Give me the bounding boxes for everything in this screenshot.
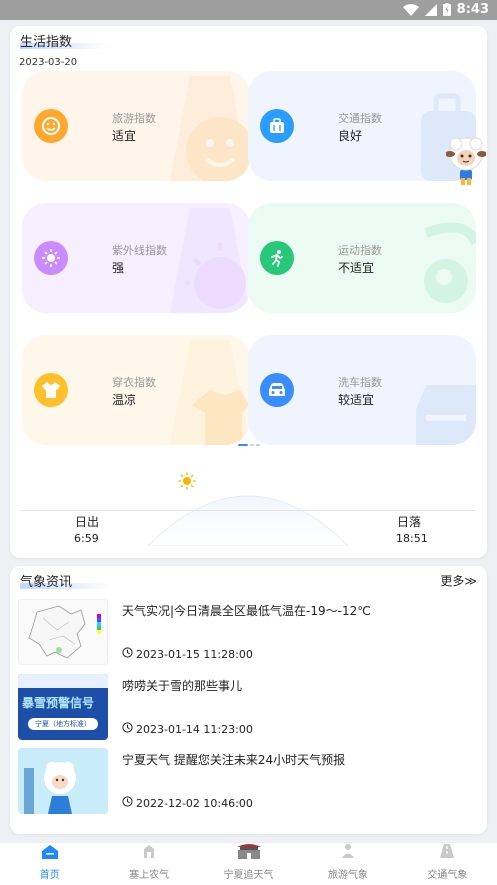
tile-uv-index[interactable]: 紫外线指数 强: [22, 203, 250, 313]
tab-chase-weather[interactable]: 宁夏追天气: [199, 843, 298, 885]
weather-news-title: 气象资讯: [20, 571, 110, 590]
news-title: 唠唠关于雪的那些事儿: [122, 679, 243, 693]
sunset-time: 18:51: [396, 532, 428, 545]
wifi-icon: [402, 3, 419, 16]
news-title: 宁夏天气 提醒您关注未来24小时天气预报: [122, 753, 346, 767]
running-icon: [260, 241, 294, 275]
map-thumbnail: [18, 599, 108, 665]
tile-clothing-index[interactable]: 穿衣指数 温凉: [22, 335, 250, 445]
clock-icon: [122, 722, 133, 736]
tile-tourism-index[interactable]: 旅游指数 适宜: [22, 71, 250, 181]
car-icon: [260, 373, 294, 407]
news-item[interactable]: 暴雪预警信号 宁夏（地方标准） 唠唠关于雪的那些事儿 2023-01-14 11…: [18, 674, 478, 742]
tile-traffic-index[interactable]: 交通指数 良好: [248, 71, 476, 181]
sheep-mascot[interactable]: [445, 134, 487, 186]
tab-home[interactable]: 首页: [0, 843, 99, 885]
tab-agri-weather[interactable]: 塞上农气: [99, 843, 198, 885]
tile-label: 紫外线指数: [112, 244, 167, 257]
tile-value: 适宜: [112, 129, 137, 143]
clock-icon: [122, 796, 133, 810]
tile-label: 运动指数: [338, 244, 382, 257]
tile-carwash-index[interactable]: 洗车指数 较适宜: [248, 335, 476, 445]
home-icon: [41, 844, 58, 863]
thumb-text: 暴雪预警信号: [22, 696, 95, 710]
news-time: 2023-01-14 11:23:00: [136, 722, 253, 736]
thumb-subtext: 宁夏（地方标准）: [28, 718, 98, 730]
news-title: 天气实况|今日清晨全区最低气温在-19～-12℃: [122, 604, 371, 618]
tile-value: 良好: [338, 129, 363, 143]
news-item[interactable]: 天气实况|今日清晨全区最低气温在-19～-12℃ 2023-01-15 11:2…: [18, 599, 478, 667]
news-item[interactable]: 宁夏天气 提醒您关注未来24小时天气预报 2022-12-02 10:46:00: [18, 748, 478, 816]
tab-traffic-weather[interactable]: 交通气象: [398, 843, 497, 885]
tile-value: 强: [112, 261, 125, 275]
tile-value: 不适宜: [338, 261, 375, 275]
sun-position-icon: [178, 472, 196, 494]
bottom-tab-bar: 首页 塞上农气 宁夏追天气 旅游气象 交通气象: [0, 842, 497, 885]
tile-value: 较适宜: [338, 393, 375, 407]
tile-sports-index[interactable]: 运动指数 不适宜: [248, 203, 476, 313]
tile-value: 温凉: [112, 393, 137, 407]
sunset-label: 日落: [397, 515, 422, 529]
index-date: 2023-03-20: [19, 57, 78, 68]
smile-icon: [34, 109, 68, 143]
farm-icon: [141, 843, 157, 863]
cartoon-thumbnail: [18, 748, 108, 814]
temple-icon: [234, 841, 264, 863]
person-location-icon: [340, 843, 356, 863]
signal-icon: [424, 3, 437, 16]
status-time: 8:43: [456, 2, 489, 17]
tile-label: 旅游指数: [112, 112, 156, 125]
page-indicator: [238, 444, 260, 446]
battery-icon: [442, 3, 451, 16]
sunrise-time: 6:59: [74, 532, 99, 545]
more-link[interactable]: 更多≫: [440, 572, 477, 589]
luggage-icon: [260, 109, 294, 143]
snow-warning-thumbnail: 暴雪预警信号 宁夏（地方标准）: [18, 674, 108, 740]
news-time: 2022-12-02 10:46:00: [136, 796, 253, 810]
life-index-card: 生活指数 2023-03-20 旅游指数 适宜 交通指数 良好 紫外线指数 强 …: [10, 26, 487, 558]
shirt-icon: [34, 373, 68, 407]
status-bar: 8:43: [0, 0, 497, 20]
tab-travel-weather[interactable]: 旅游气象: [298, 843, 397, 885]
tile-label: 洗车指数: [338, 376, 382, 389]
sunrise-label: 日出: [75, 515, 100, 529]
road-icon: [439, 843, 455, 863]
news-time: 2023-01-15 11:28:00: [136, 647, 253, 661]
weather-news-card: 气象资讯 更多≫ 天气实况|今日清晨全区最低气温在-19～-12℃ 2023-0…: [10, 566, 487, 834]
tile-label: 穿衣指数: [112, 376, 156, 389]
life-index-title: 生活指数: [20, 31, 110, 50]
clock-icon: [122, 647, 133, 661]
tile-label: 交通指数: [338, 112, 382, 125]
sun-icon: [34, 241, 68, 275]
divider: [20, 510, 475, 511]
